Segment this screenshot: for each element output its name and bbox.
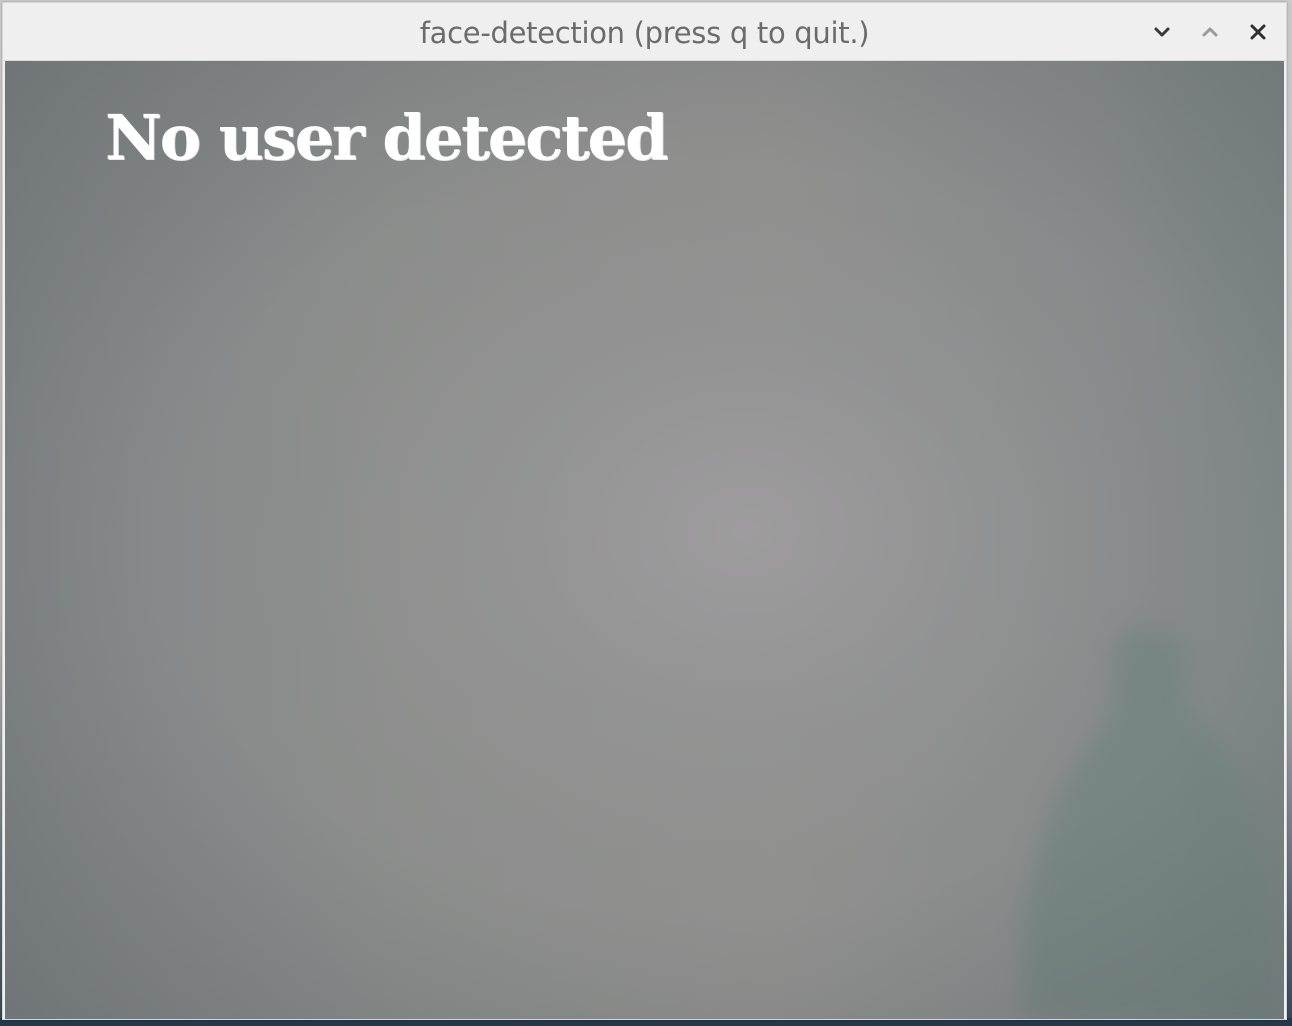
window-titlebar[interactable]: face-detection (press q to quit.) [3, 3, 1286, 61]
close-icon [1248, 22, 1268, 42]
chevron-up-icon [1200, 22, 1220, 42]
close-button[interactable] [1236, 10, 1280, 54]
face-detection-window: face-detection (press q to quit.) No use… [2, 2, 1287, 1020]
camera-feed: No user detected [5, 61, 1284, 1019]
chevron-down-icon [1152, 22, 1172, 42]
maximize-button[interactable] [1188, 10, 1232, 54]
detection-status-text: No user detected [105, 101, 668, 174]
minimize-button[interactable] [1140, 10, 1184, 54]
camera-vignette [5, 61, 1284, 1019]
window-title: face-detection (press q to quit.) [419, 16, 870, 50]
window-controls [1140, 3, 1280, 61]
